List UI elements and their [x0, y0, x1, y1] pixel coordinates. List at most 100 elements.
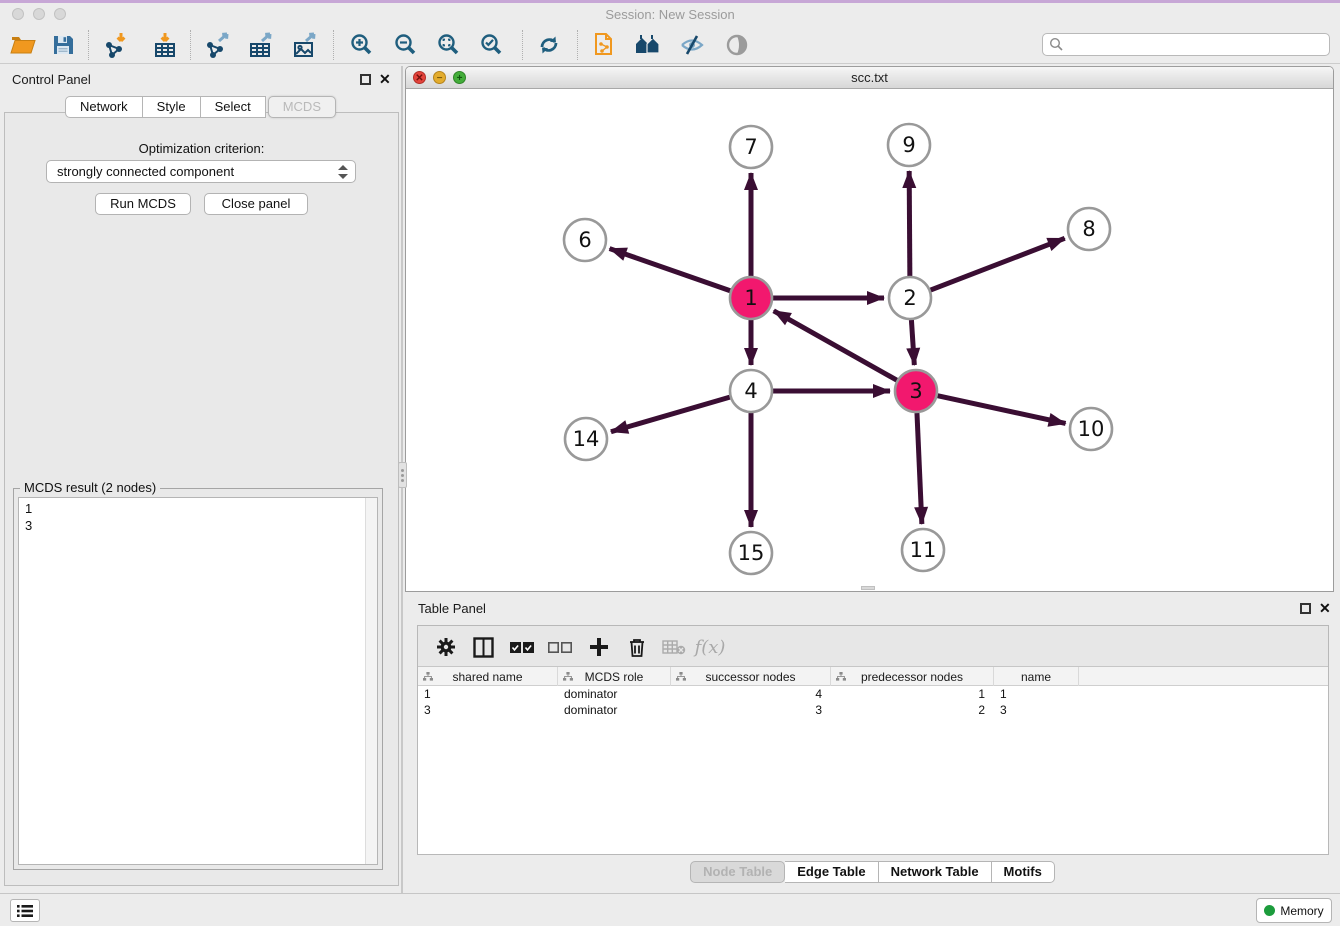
delete-column-icon[interactable]: [622, 633, 652, 661]
column-header-shared-name[interactable]: shared name: [418, 667, 558, 686]
run-mcds-button[interactable]: Run MCDS: [95, 193, 191, 215]
memory-button[interactable]: Memory: [1256, 898, 1332, 923]
float-panel-icon[interactable]: [1300, 603, 1311, 614]
network-canvas[interactable]: 7 9 6 8 1 2 4 3 14 10 15 11: [406, 89, 1333, 591]
column-label: successor nodes: [705, 670, 795, 684]
os-titlebar[interactable]: Session: New Session: [0, 3, 1340, 25]
table-toolbar: f(x): [418, 626, 1328, 667]
tab-network-table[interactable]: Network Table: [879, 861, 992, 883]
column-header-predecessor-nodes[interactable]: predecessor nodes: [831, 667, 994, 686]
graph-edge-4-14[interactable]: [611, 397, 730, 432]
table-cell[interactable]: 4: [671, 686, 831, 702]
table-rows: 1dominator4113dominator323: [418, 686, 1328, 854]
tab-style[interactable]: Style: [143, 96, 201, 118]
table-cell[interactable]: 3: [994, 702, 1079, 718]
graph-edge-2-8[interactable]: [931, 238, 1065, 290]
zoom-fit-icon[interactable]: [434, 31, 464, 59]
search-field[interactable]: [1042, 33, 1330, 56]
function-builder-icon[interactable]: f(x): [695, 633, 725, 661]
zoom-in-icon[interactable]: [347, 31, 377, 59]
svg-text:9: 9: [902, 133, 915, 157]
graph-node-8[interactable]: 8: [1068, 208, 1110, 250]
graph-node-6[interactable]: 6: [564, 219, 606, 261]
table-cell[interactable]: dominator: [558, 702, 671, 718]
graph-node-10[interactable]: 10: [1070, 408, 1112, 450]
column-header-successor-nodes[interactable]: successor nodes: [671, 667, 831, 686]
new-network-from-selection-icon[interactable]: [590, 31, 620, 59]
network-view-window: ✕ − + scc.txt 7 9 6 8 1 2 4 3 14 10 15 11: [405, 66, 1334, 592]
graph-edge-3-10[interactable]: [937, 396, 1065, 424]
graph-node-2[interactable]: 2: [889, 277, 931, 319]
graph-edge-3-1[interactable]: [774, 311, 897, 380]
tab-node-table[interactable]: Node Table: [690, 861, 785, 883]
toolbar-separator: [333, 30, 334, 60]
close-panel-button[interactable]: Close panel: [204, 193, 308, 215]
float-panel-icon[interactable]: [360, 74, 371, 85]
select-all-icon[interactable]: [507, 633, 537, 661]
table-cell[interactable]: 1: [994, 686, 1079, 702]
criterion-dropdown[interactable]: strongly connected component: [46, 160, 356, 183]
zoom-out-icon[interactable]: [391, 31, 421, 59]
graph-node-4[interactable]: 4: [730, 370, 772, 412]
graph-edge-3-11[interactable]: [917, 413, 922, 524]
splitter-handle[interactable]: [398, 462, 407, 488]
table-cell[interactable]: 3: [671, 702, 831, 718]
tab-edge-table[interactable]: Edge Table: [785, 861, 878, 883]
delete-table-icon[interactable]: [659, 633, 689, 661]
table-cell[interactable]: 3: [418, 702, 558, 718]
graph-node-15[interactable]: 15: [730, 532, 772, 574]
graph-node-11[interactable]: 11: [902, 529, 944, 571]
hide-selected-icon[interactable]: [677, 31, 707, 59]
graph-node-1[interactable]: 1: [730, 277, 772, 319]
network-graph[interactable]: 7 9 6 8 1 2 4 3 14 10 15 11: [406, 89, 1333, 591]
open-session-icon[interactable]: [8, 31, 38, 59]
graph-node-7[interactable]: 7: [730, 126, 772, 168]
table-cell[interactable]: 2: [831, 702, 994, 718]
tab-select[interactable]: Select: [201, 96, 266, 118]
close-panel-icon[interactable]: ✕: [1319, 600, 1331, 617]
import-network-icon[interactable]: [102, 31, 132, 59]
table-row[interactable]: 1dominator411: [418, 686, 1328, 702]
canvas-grip[interactable]: [861, 586, 875, 590]
graph-node-14[interactable]: 14: [565, 418, 607, 460]
tab-motifs[interactable]: Motifs: [992, 861, 1055, 883]
export-table-icon[interactable]: [246, 31, 276, 59]
export-network-icon[interactable]: [203, 31, 233, 59]
split-view-icon[interactable]: [468, 633, 498, 661]
bird-eye-view-icon[interactable]: [722, 31, 752, 59]
tab-network[interactable]: Network: [65, 96, 143, 118]
main-toolbar: [0, 25, 1340, 64]
tab-mcds[interactable]: MCDS: [268, 96, 336, 118]
table-row[interactable]: 3dominator323: [418, 702, 1328, 718]
column-header-MCDS-role[interactable]: MCDS role: [558, 667, 671, 686]
column-header-name[interactable]: name: [994, 667, 1079, 686]
svg-text:11: 11: [910, 538, 937, 562]
show-panels-button[interactable]: [10, 899, 40, 922]
table-cell[interactable]: 1: [418, 686, 558, 702]
graph-node-9[interactable]: 9: [888, 124, 930, 166]
hierarchy-icon: [676, 672, 686, 681]
show-graphics-details-icon[interactable]: [634, 31, 664, 59]
graph-edge-2-3[interactable]: [911, 320, 914, 365]
search-input[interactable]: [1064, 38, 1329, 52]
deselect-all-icon[interactable]: [545, 633, 575, 661]
table-cell[interactable]: dominator: [558, 686, 671, 702]
mcds-result-list[interactable]: 1 3: [18, 497, 378, 865]
graph-edge-1-6[interactable]: [610, 249, 731, 291]
control-panel-title: Control Panel: [12, 72, 91, 87]
add-column-icon[interactable]: [584, 633, 614, 661]
graph-node-3[interactable]: 3: [895, 370, 937, 412]
zoom-selected-icon[interactable]: [477, 31, 507, 59]
result-scrollbar[interactable]: [365, 498, 377, 864]
graph-edge-2-9[interactable]: [909, 171, 910, 276]
column-settings-icon[interactable]: [431, 633, 461, 661]
table-cell[interactable]: 1: [831, 686, 994, 702]
export-image-icon[interactable]: [290, 31, 320, 59]
first-neighbors-icon[interactable]: [534, 31, 564, 59]
network-window-titlebar[interactable]: ✕ − + scc.txt: [406, 67, 1333, 89]
table-panel: Table Panel ✕: [405, 595, 1340, 890]
close-panel-icon[interactable]: ✕: [379, 71, 391, 88]
svg-text:15: 15: [738, 541, 765, 565]
import-table-icon[interactable]: [150, 31, 180, 59]
save-session-icon[interactable]: [48, 31, 78, 59]
